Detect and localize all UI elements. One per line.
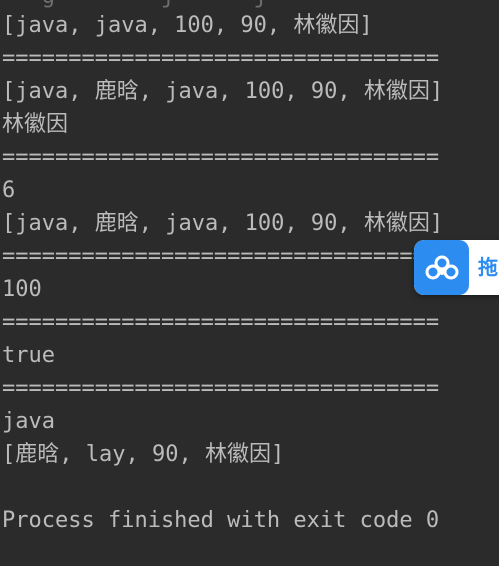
clipped-previous-line: g j j [2,0,267,8]
console-line-7: [java, 鹿晗, java, 100, 90, 林徽因] [2,211,444,236]
separator-line: ================================= [2,376,440,401]
console-line-14: [鹿晗, lay, 90, 林徽因] [2,442,285,467]
console-line-13: java [2,409,55,434]
floating-widget-label[interactable]: 拖 [478,240,498,295]
separator-line: ================================= [2,145,440,170]
console-line-1: [java, java, 100, 90, 林徽因] [2,13,373,38]
console-line-9: 100 [2,277,42,302]
cloud-icon[interactable] [414,240,469,295]
console-output: g j j [java, java, 100, 90, 林徽因] =======… [0,0,499,566]
process-exit-message: Process finished with exit code 0 [2,508,440,533]
separator-line: ================================= [2,46,440,71]
separator-line: ================================= [2,244,440,269]
console-line-6: 6 [2,178,16,203]
console-line-4: 林徽因 [2,112,69,137]
floating-cloud-widget[interactable]: 拖 [414,240,499,295]
console-line-3: [java, 鹿晗, java, 100, 90, 林徽因] [2,79,444,104]
separator-line: ================================= [2,310,440,335]
console-line-11: true [2,343,55,368]
